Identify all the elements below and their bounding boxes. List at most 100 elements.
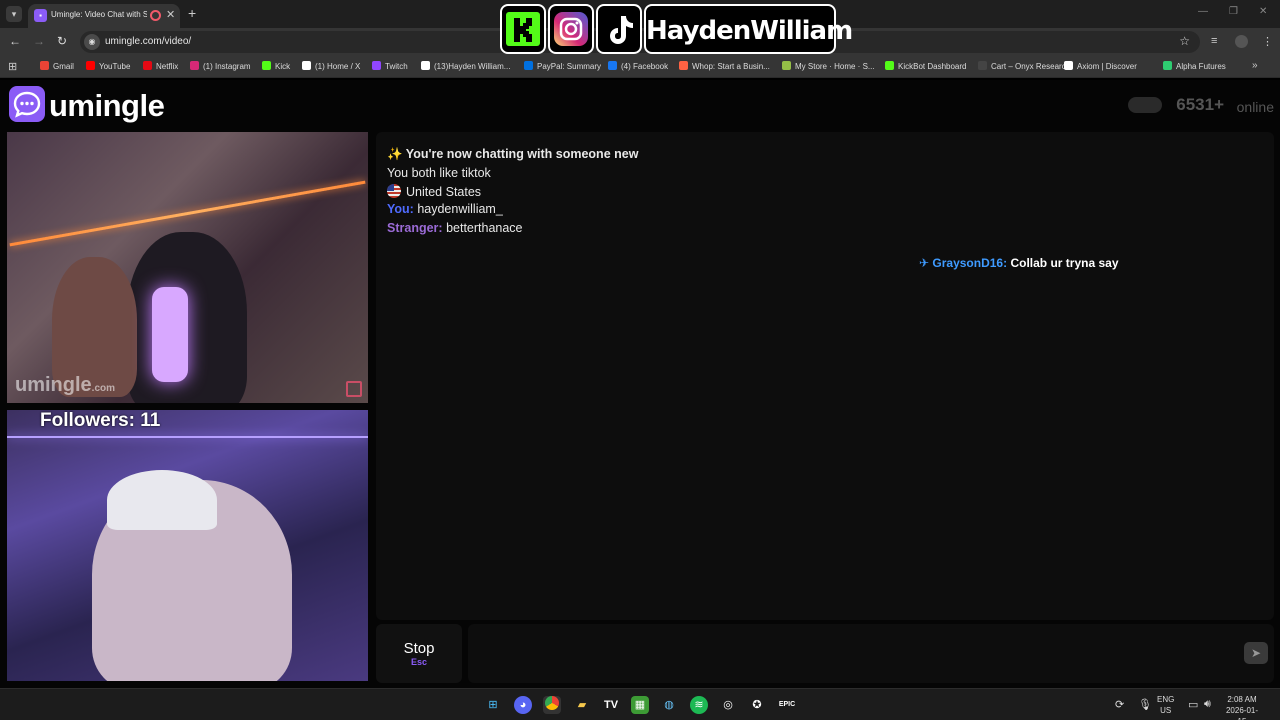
stranger-video: umingle.com	[7, 132, 368, 403]
white-cap	[107, 470, 217, 530]
bookmark-item[interactable]: PayPal: Summary	[524, 61, 601, 71]
umingle-favicon-icon: ▪	[34, 9, 47, 22]
online-toggle[interactable]	[1128, 97, 1162, 113]
file-explorer-icon[interactable]: ▰	[573, 696, 591, 714]
bookmark-label: (1) Instagram	[203, 62, 251, 71]
country-line: United States	[387, 184, 481, 199]
bookmark-label: (13)Hayden William...	[434, 62, 511, 71]
send-icon: ➤	[1250, 646, 1262, 660]
profile-avatar[interactable]	[1235, 35, 1248, 48]
bookmark-label: (4) Facebook	[621, 62, 669, 71]
media-controls-icon[interactable]: ≡	[1211, 35, 1217, 47]
apps-grid-icon[interactable]: ⊞	[8, 60, 17, 73]
tiktok-logo-icon	[596, 4, 642, 54]
bookmark-label: Kick	[275, 62, 291, 71]
us-flag-icon	[387, 184, 401, 198]
bookmark-item[interactable]: Gmail	[40, 61, 74, 71]
back-icon[interactable]: ←	[9, 34, 21, 48]
more-bookmarks-icon[interactable]: »	[1252, 60, 1258, 71]
common-interest: You both like tiktok	[387, 166, 491, 180]
bookmark-label: My Store · Home · S...	[795, 62, 875, 71]
bookmark-item[interactable]: Kick	[262, 61, 290, 71]
chat-intro: ✨ You're now chatting with someone new	[387, 147, 639, 161]
tab-search-icon[interactable]: ▾	[6, 6, 22, 22]
you-text: haydenwilliam_	[417, 202, 503, 216]
bookmark-item[interactable]: (1) Instagram	[190, 61, 251, 71]
network-icon[interactable]: ▭	[1188, 698, 1198, 711]
chat-log: ✨ You're now chatting with someone new Y…	[376, 132, 1274, 620]
bookmark-item[interactable]: (1) Home / X	[302, 61, 360, 71]
bookmark-item[interactable]: Whop: Start a Busin...	[679, 61, 770, 71]
microphone-icon[interactable]: 🎙︎	[1138, 698, 1152, 711]
logo-text: umingle	[49, 88, 165, 123]
bookmark-item[interactable]: YouTube	[86, 61, 130, 71]
volume-icon[interactable]: 🔊︎	[1204, 698, 1211, 711]
you-label: You:	[387, 202, 414, 216]
you-message: You: haydenwilliam_	[387, 202, 503, 216]
bookmark-item[interactable]: Axiom | Discover	[1064, 61, 1137, 71]
steam-icon[interactable]: ◍	[660, 696, 678, 714]
viewer-chat-message: ✈ GraysonD16: Collab ur tryna say	[919, 256, 1119, 270]
bookmark-item[interactable]: (4) Facebook	[608, 61, 668, 71]
close-window-icon[interactable]: ✕	[1259, 6, 1267, 17]
kick-logo-icon	[500, 4, 546, 54]
report-flag-icon[interactable]	[346, 381, 362, 397]
bookmark-label: Cart – Onyx Research	[991, 62, 1071, 71]
bookmark-item[interactable]: (13)Hayden William...	[421, 61, 510, 71]
video-watermark: umingle.com	[15, 374, 115, 397]
epic-games-icon[interactable]: EPIC	[778, 696, 796, 714]
streamer-name: HaydenWilliam	[646, 16, 853, 46]
recording-indicator-icon	[150, 10, 161, 21]
message-input[interactable]	[468, 624, 1274, 683]
stop-button[interactable]: Stop Esc	[376, 624, 462, 683]
tray-sync-icon[interactable]: ⟳	[1115, 698, 1124, 711]
bookmark-item[interactable]: My Store · Home · S...	[782, 61, 875, 71]
bookmark-item[interactable]: Twitch	[372, 61, 408, 71]
clock-date: 2026-01-15	[1225, 706, 1259, 720]
bookmark-favicon-icon	[885, 61, 894, 70]
bookmark-label: Whop: Start a Busin...	[692, 62, 770, 71]
reload-icon[interactable]: ↻	[57, 34, 67, 48]
watermark-suffix: .com	[91, 383, 116, 394]
online-count: 6531+	[1176, 95, 1224, 114]
bookmark-item[interactable]: Alpha Futures	[1163, 61, 1226, 71]
menu-kebab-icon[interactable]: ⋮	[1262, 35, 1273, 48]
new-tab-button[interactable]: +	[188, 5, 196, 21]
stranger-message: Stranger: betterthanace	[387, 221, 523, 235]
bookmark-item[interactable]: KickBot Dashboard	[885, 61, 966, 71]
send-button[interactable]: ➤	[1244, 642, 1268, 664]
bookmark-favicon-icon	[372, 61, 381, 70]
bookmark-favicon-icon	[608, 61, 617, 70]
viewer-name: GraysonD16:	[932, 256, 1008, 270]
tradingview-icon[interactable]: TV	[602, 696, 620, 714]
bookmark-favicon-icon	[143, 61, 152, 70]
site-info-icon[interactable]: ◉	[84, 34, 100, 50]
address-url[interactable]: umingle.com/video/	[105, 36, 191, 47]
bookmark-star-icon[interactable]: ☆	[1179, 34, 1190, 48]
chrome-icon[interactable]	[543, 696, 561, 714]
minecraft-icon[interactable]: ▦	[631, 696, 649, 714]
bookmark-label: YouTube	[99, 62, 131, 71]
forward-icon[interactable]: →	[33, 34, 45, 48]
windows-start-icon[interactable]: ⊞	[484, 696, 502, 714]
spotify-icon[interactable]: ≋	[690, 696, 708, 714]
obs-icon[interactable]: ◎	[719, 696, 737, 714]
riot-icon[interactable]: ✪	[748, 696, 766, 714]
discord-icon[interactable]: ◕	[514, 696, 532, 714]
bookmark-label: Axiom | Discover	[1077, 62, 1137, 71]
language-indicator[interactable]: ENG US	[1157, 694, 1174, 716]
followers-count: Followers: 11	[40, 410, 161, 431]
lang-top: ENG	[1157, 695, 1175, 704]
minimize-icon[interactable]: —	[1198, 6, 1208, 17]
clock-time: 2:08 AM	[1227, 695, 1257, 704]
neon-light	[7, 436, 368, 438]
clock[interactable]: 2:08 AM 2026-01-15	[1222, 694, 1262, 720]
close-tab-icon[interactable]: ✕	[166, 8, 175, 21]
bookmark-item[interactable]: Cart – Onyx Research	[978, 61, 1070, 71]
bookmark-favicon-icon	[524, 61, 533, 70]
maximize-icon[interactable]: ❐	[1229, 6, 1238, 17]
bookmark-item[interactable]: Netflix	[143, 61, 178, 71]
bookmark-label: (1) Home / X	[315, 62, 361, 71]
bookmark-favicon-icon	[679, 61, 688, 70]
browser-tab[interactable]: ▪ Umingle: Video Chat with S ✕	[28, 4, 180, 28]
